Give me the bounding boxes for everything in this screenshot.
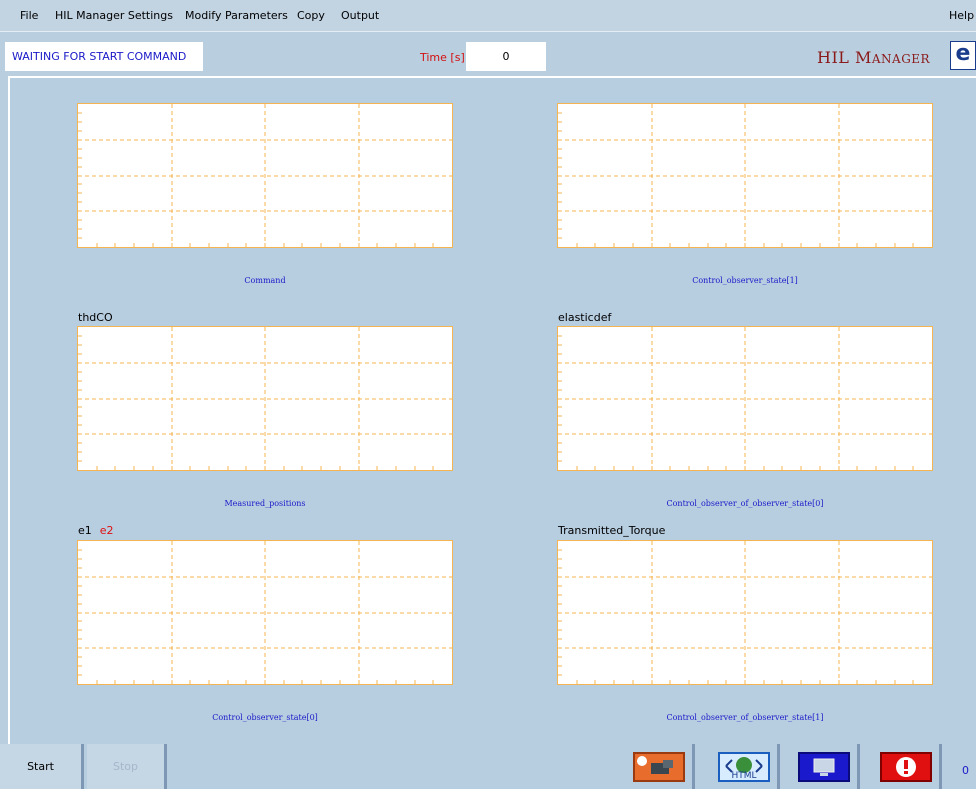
- plot-measured-positions: [77, 326, 453, 471]
- plot-command: [77, 103, 453, 248]
- plot-grid: [558, 541, 932, 684]
- plot-grid: [558, 327, 932, 470]
- snapshot-button[interactable]: [625, 744, 695, 789]
- plot-caption: Control_observer_state[0]: [212, 713, 318, 722]
- menu-hil-manager-settings[interactable]: HIL Manager Settings: [55, 9, 173, 22]
- plot-caption: Command: [244, 276, 286, 285]
- plot-grid: [78, 541, 452, 684]
- plot-control-observer-of-observer-state-0: [557, 326, 933, 471]
- menu-modify-parameters[interactable]: Modify Parameters: [185, 9, 288, 22]
- hil-manager-logo: HIL MANAGER: [817, 48, 931, 67]
- control-bar: Start Stop HTML 0: [0, 744, 976, 789]
- plot-control-observer-state-0: [77, 540, 453, 685]
- plot-title-thdco: thdCO: [78, 311, 113, 324]
- menu-file[interactable]: File: [20, 9, 38, 22]
- plots-panel: Command Control_observer_state[1] thdCO …: [8, 76, 976, 744]
- plot-control-observer-of-observer-state-1: [557, 540, 933, 685]
- start-button[interactable]: Start: [0, 744, 84, 789]
- plot-caption: Measured_positions: [224, 499, 306, 508]
- status-message: WAITING FOR START COMMAND: [5, 42, 203, 71]
- svg-text:HTML: HTML: [731, 771, 756, 780]
- time-value: 0: [466, 42, 546, 71]
- series-label-e2: e2: [99, 524, 114, 537]
- plot-title-elasticdef: elasticdef: [558, 311, 612, 324]
- time-label: Time [s]:: [420, 51, 469, 64]
- plot-title-transmitted-torque: Transmitted_Torque: [558, 524, 666, 537]
- plot-caption: Control_observer_state[1]: [692, 276, 798, 285]
- plot-grid: [78, 327, 452, 470]
- plot-grid: [78, 104, 452, 247]
- menu-output[interactable]: Output: [341, 9, 379, 22]
- menu-copy[interactable]: Copy: [297, 9, 325, 22]
- menu-help[interactable]: Help: [949, 9, 974, 22]
- e-logo-icon: e: [950, 41, 976, 70]
- plot-grid: [558, 104, 932, 247]
- camera-snapshot-icon: [633, 752, 685, 782]
- monitor-icon: [798, 752, 850, 782]
- status-bar: WAITING FOR START COMMAND Time [s]: 0 HI…: [0, 37, 976, 74]
- stop-button[interactable]: Stop: [87, 744, 167, 789]
- plot-caption: Control_observer_of_observer_state[1]: [666, 713, 824, 722]
- emergency-stop-button[interactable]: [872, 744, 942, 789]
- series-label-e1: e1: [78, 524, 92, 537]
- html-export-button[interactable]: HTML: [710, 744, 780, 789]
- plot-caption: Control_observer_of_observer_state[0]: [666, 499, 824, 508]
- menu-bar: File HIL Manager Settings Modify Paramet…: [0, 0, 976, 32]
- plot-title-e1-e2: e1 e2: [78, 524, 114, 537]
- monitor-button[interactable]: [790, 744, 860, 789]
- html-export-icon: HTML: [718, 752, 770, 782]
- plot-control-observer-state-1: [557, 103, 933, 248]
- alert-stop-icon: [880, 752, 932, 782]
- sample-counter: 0: [962, 764, 969, 777]
